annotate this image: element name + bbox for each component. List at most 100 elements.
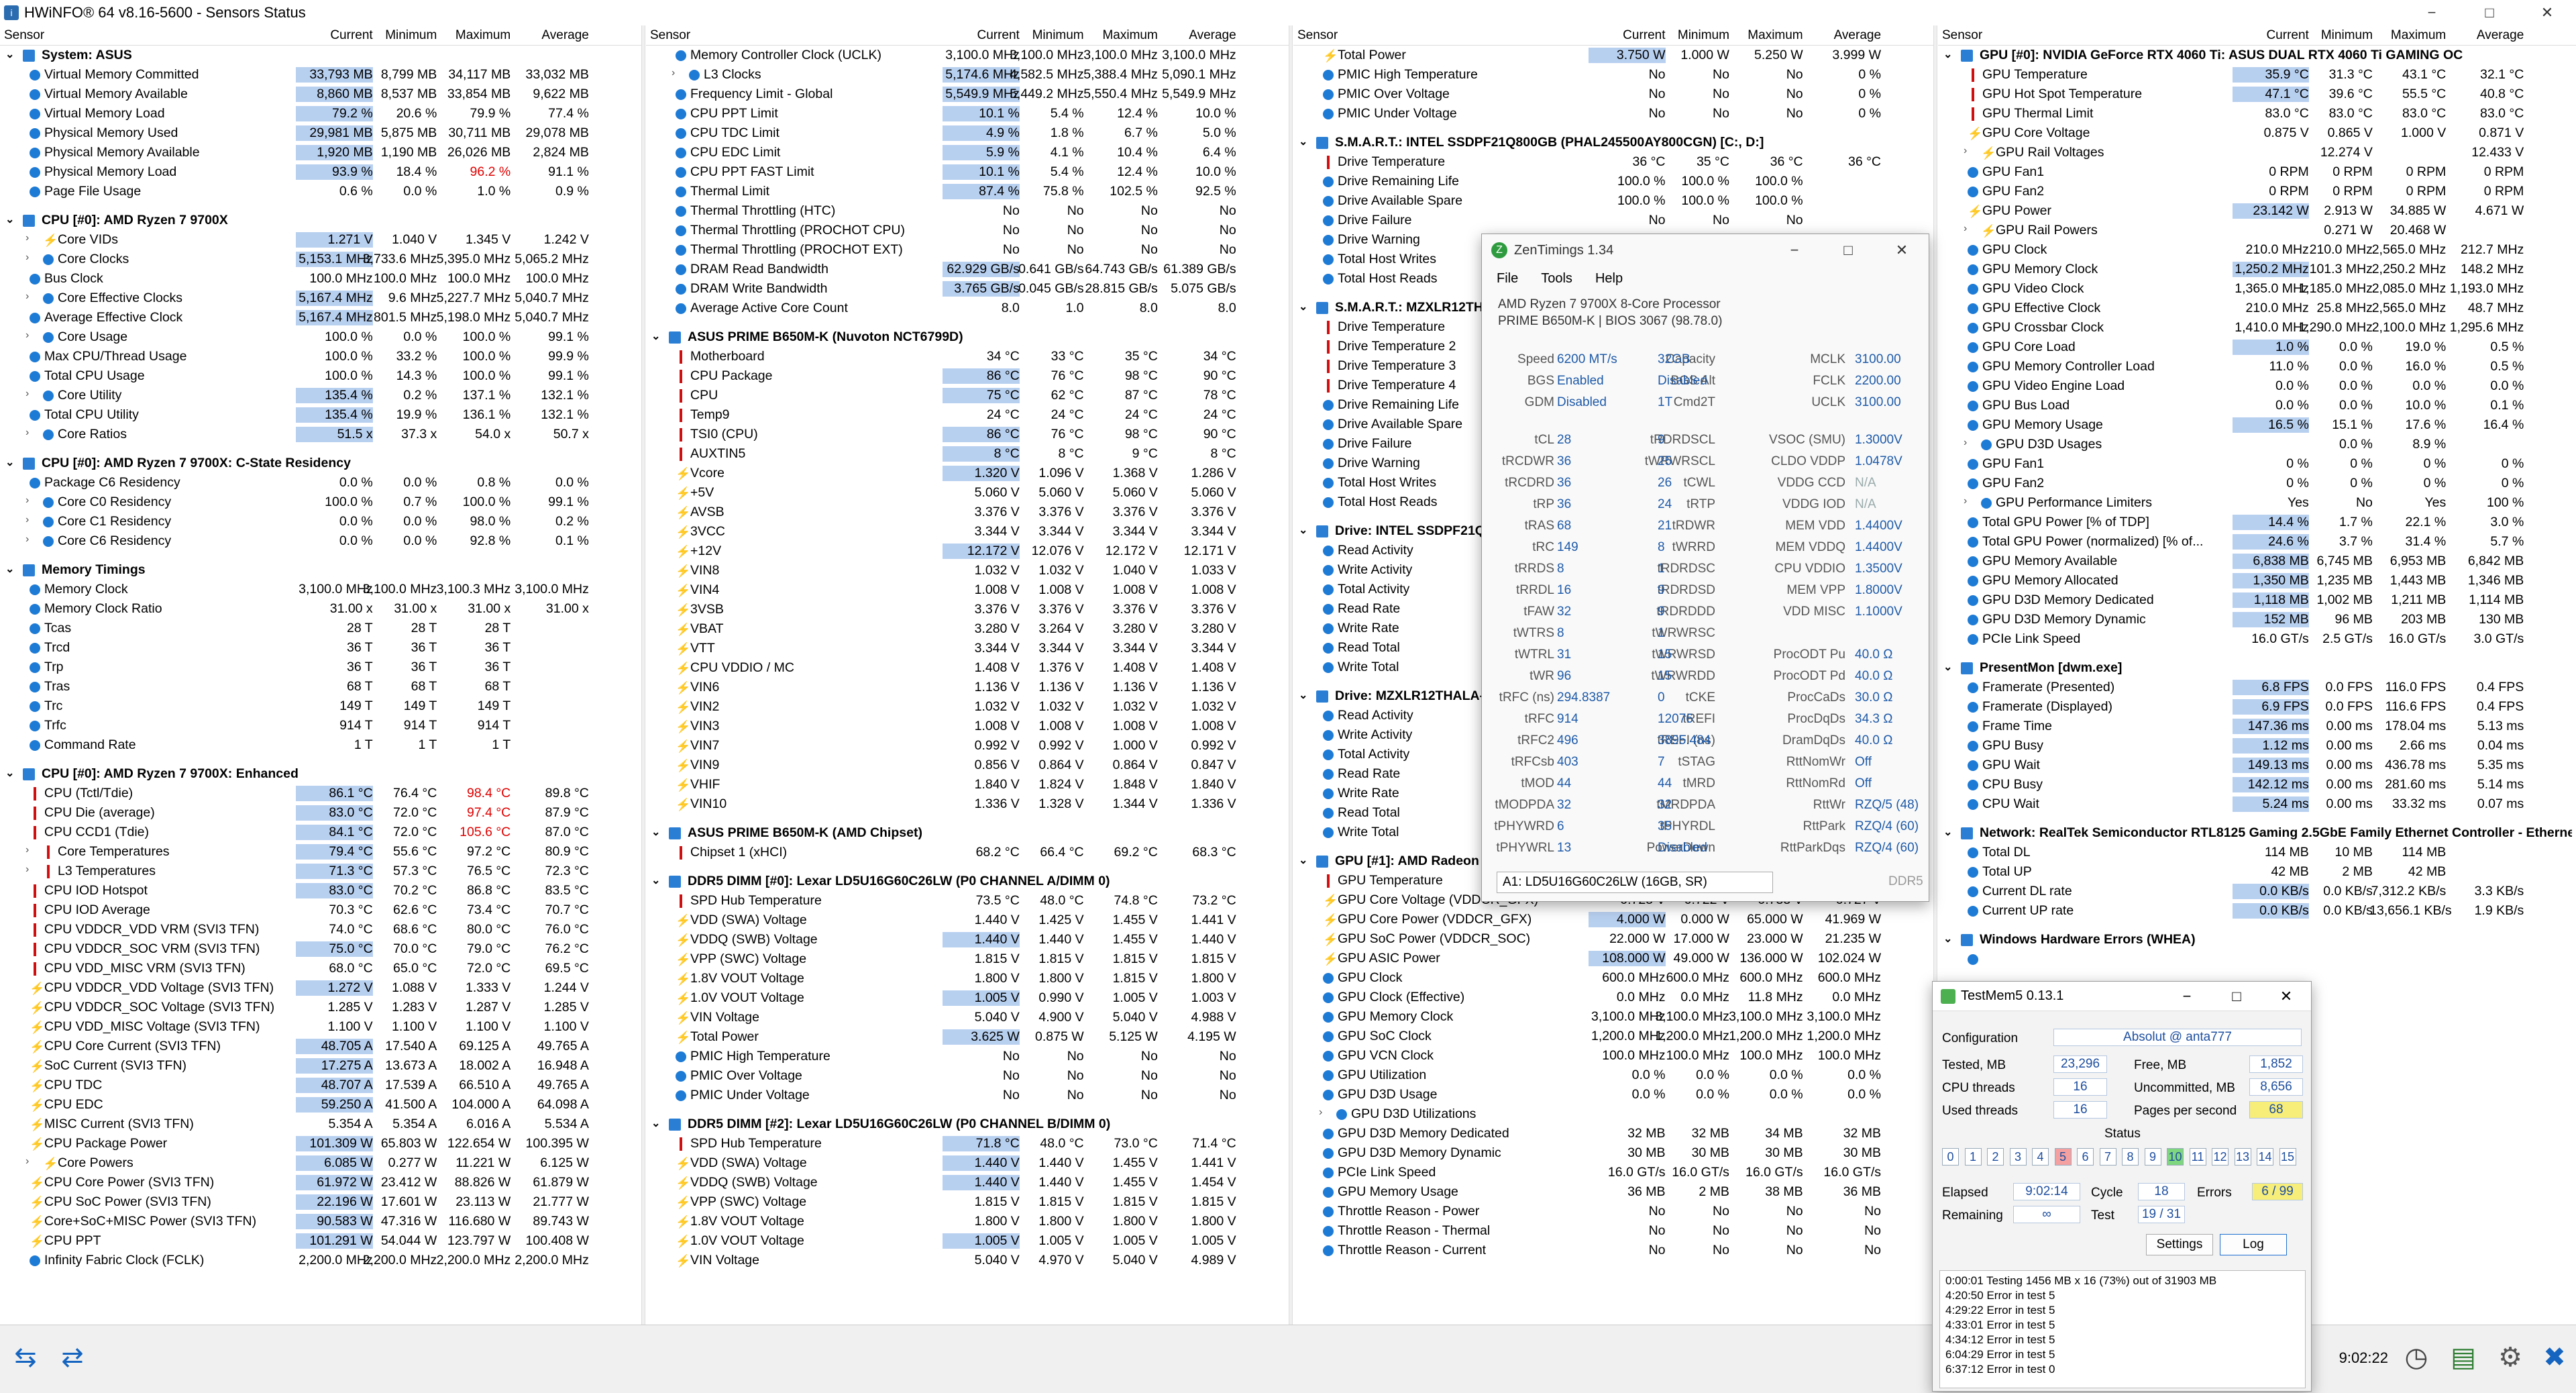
- sensor-row[interactable]: Total GPU Power [% of TDP] 14.4 % 1.7 % 22.…: [1938, 513, 2576, 532]
- sensor-row[interactable]: Virtual Memory Committed 33,793 MB 8,799 M…: [0, 65, 641, 85]
- sensor-row[interactable]: ⚡ VIN Voltage 5.040 V 4.970 V 5.040 V 4.989 V: [646, 1251, 1289, 1270]
- sensor-row[interactable]: Physical Memory Available 1,920 MB 1,190 M…: [0, 143, 641, 162]
- sensor-row[interactable]: Memory Controller Clock (UCLK) 3,100.0 MH…: [646, 46, 1289, 65]
- minimize-button[interactable]: −: [2403, 0, 2461, 25]
- sensor-row[interactable]: DRAM Write Bandwidth 3.765 GB/s 0.045 GB/s…: [646, 279, 1289, 299]
- sensor-row[interactable]: ⚡ VDD (SWA) Voltage 1.440 V 1.425 V 1.455 V1…: [646, 911, 1289, 930]
- sensor-group[interactable]: ⌄ DDR5 DIMM [#2]: Lexar LD5U16G60C26LW (P…: [646, 1115, 1289, 1134]
- sensor-row[interactable]: Motherboard 34 °C 33 °C 35 °C 34 °C: [646, 347, 1289, 366]
- sensor-row[interactable]: ⚡ 1.8V VOUT Voltage 1.800 V 1.800 V 1.800 V1…: [646, 1212, 1289, 1231]
- column-splitter[interactable]: [1289, 25, 1293, 1325]
- sensor-row[interactable]: Total CPU Utility 135.4 % 19.9 % 136.1 % 132…: [0, 405, 641, 425]
- sensor-row[interactable]: Page File Usage 0.6 % 0.0 % 1.0 % 0.9 %: [0, 182, 641, 201]
- sensor-row[interactable]: Framerate (Displayed) 6.9 FPS 0.0 FPS 116.6…: [1938, 697, 2576, 717]
- sensor-row[interactable]: CPU TDC Limit 4.9 % 1.8 % 6.7 % 5.0 %: [646, 123, 1289, 143]
- gear-icon[interactable]: ⚙: [2491, 1339, 2529, 1376]
- expand-arrow-icon[interactable]: ›: [25, 864, 29, 876]
- expand-arrow-icon[interactable]: ›: [25, 533, 29, 546]
- sensor-row[interactable]: GPU Crossbar Clock 1,410.0 MHz 1,290.0 MHz…: [1938, 318, 2576, 338]
- sensor-row[interactable]: › Core Utility 135.4 % 0.2 % 137.1 % 132.1 %: [0, 386, 641, 405]
- collapse-arrow-icon[interactable]: ⌄: [5, 48, 14, 61]
- sensor-row[interactable]: CPU Die (average) 83.0 °C 72.0 °C 97.4 °C 87…: [0, 803, 641, 823]
- sensor-row[interactable]: › ⚡ Core Powers 6.085 W 0.277 W 11.221 W 6.125…: [0, 1153, 641, 1173]
- sensor-row[interactable]: ⚡ VDDQ (SWB) Voltage 1.440 V 1.440 V 1.455 V…: [646, 930, 1289, 949]
- sensor-row[interactable]: ⚡ CPU VDD_MISC Voltage (SVI3 TFN) 1.100 V 1…: [0, 1017, 641, 1037]
- sensor-row[interactable]: GPU SoC Clock 1,200.0 MHz 1,200.0 MHz 1,200…: [1293, 1027, 1933, 1046]
- sensor-row[interactable]: › Core C6 Residency 0.0 % 0.0 % 92.8 % 0.1 %: [0, 531, 641, 551]
- sensor-row[interactable]: CPU Busy 142.12 ms 0.00 ms 281.60 ms 5.14 ms: [1938, 775, 2576, 794]
- sensor-row[interactable]: SPD Hub Temperature 73.5 °C 48.0 °C 74.8 °C…: [646, 891, 1289, 911]
- sensor-row[interactable]: ⚡ VIN8 1.032 V 1.032 V 1.040 V 1.033 V: [646, 561, 1289, 580]
- sensor-row[interactable]: Average Effective Clock 5,167.4 MHz 801.5 …: [0, 308, 641, 327]
- sensor-row[interactable]: › L3 Clocks 5,174.6 MHz 4,582.5 MHz 5,388.4 …: [646, 65, 1289, 85]
- sensor-row[interactable]: Physical Memory Used 29,981 MB 5,875 MB 30,…: [0, 123, 641, 143]
- sensor-row[interactable]: ⚡ VIN3 1.008 V 1.008 V 1.008 V 1.008 V: [646, 717, 1289, 736]
- sensor-row[interactable]: Infinity Fabric Clock (FCLK) 2,200.0 MHz 2…: [0, 1251, 641, 1270]
- sensor-row[interactable]: Thermal Throttling (PROCHOT CPU) No No No No: [646, 221, 1289, 240]
- sensor-row[interactable]: GPU Bus Load 0.0 % 0.0 % 10.0 % 0.1 %: [1938, 396, 2576, 415]
- sensor-row[interactable]: Drive Temperature 36 °C 35 °C 36 °C 36 °C: [1293, 152, 1933, 172]
- sensor-row[interactable]: › GPU D3D Utilizations: [1293, 1104, 1933, 1124]
- sensor-row[interactable]: CPU PPT Limit 10.1 % 5.4 % 12.4 % 10.0 %: [646, 104, 1289, 123]
- clock-icon[interactable]: ◷: [2398, 1339, 2435, 1376]
- sensor-row[interactable]: ⚡ GPU ASIC Power 108.000 W 49.000 W 136.000 …: [1293, 949, 1933, 968]
- sensor-row[interactable]: Throttle Reason - Thermal No No No No: [1293, 1221, 1933, 1241]
- sensor-row[interactable]: ⚡ CPU VDDCR_VDD Voltage (SVI3 TFN) 1.272 V…: [0, 978, 641, 998]
- sensor-row[interactable]: PMIC Over Voltage No No No 0 %: [1293, 85, 1933, 104]
- sensor-row[interactable]: GPU D3D Memory Dynamic 152 MB 96 MB 203 MB 1…: [1938, 610, 2576, 629]
- sensor-group[interactable]: ⌄ ASUS PRIME B650M-K (AMD Chipset): [646, 823, 1289, 843]
- sensor-row[interactable]: › ⚡ GPU Rail Powers 0.271 W 20.468 W: [1938, 221, 2576, 240]
- sensor-row[interactable]: GPU Memory Available 6,838 MB 6,745 MB 6,95…: [1938, 552, 2576, 571]
- sensor-row[interactable]: Physical Memory Load 93.9 % 18.4 % 96.2 % 91…: [0, 162, 641, 182]
- sensor-row[interactable]: TSI0 (CPU) 86 °C 76 °C 98 °C 90 °C: [646, 425, 1289, 444]
- sensor-row[interactable]: ⚡ VIN10 1.336 V 1.328 V 1.344 V 1.336 V: [646, 794, 1289, 814]
- sensor-row[interactable]: Frame Time 147.36 ms 0.00 ms 178.04 ms 5.13 …: [1938, 717, 2576, 736]
- sensor-row[interactable]: ⚡ +5V 5.060 V 5.060 V 5.060 V 5.060 V: [646, 483, 1289, 503]
- sensor-row[interactable]: › Core Effective Clocks 5,167.4 MHz 9.6 MHz…: [0, 289, 641, 308]
- sensor-row[interactable]: › Core Clocks 5,153.1 MHz 3,733.6 MHz 5,395.…: [0, 250, 641, 269]
- sensor-row[interactable]: › GPU Performance Limiters Yes No Yes 100 %: [1938, 493, 2576, 513]
- sensor-row[interactable]: GPU Utilization 0.0 % 0.0 % 0.0 % 0.0 %: [1293, 1066, 1933, 1085]
- expand-arrow-icon[interactable]: ›: [25, 514, 29, 526]
- sensor-row[interactable]: ⚡ 1.0V VOUT Voltage 1.005 V 1.005 V 1.005 V1…: [646, 1231, 1289, 1251]
- sensor-row[interactable]: AUXTIN5 8 °C 8 °C 9 °C 8 °C: [646, 444, 1289, 464]
- sensor-row[interactable]: ⚡ CPU VDDIO / MC 1.408 V 1.376 V 1.408 V 1.40…: [646, 658, 1289, 678]
- zen-maximize-button[interactable]: □: [1821, 234, 1875, 266]
- arrows-expand-icon[interactable]: ⇄: [54, 1339, 91, 1376]
- close-icon[interactable]: ✖: [2536, 1339, 2573, 1376]
- sensor-row[interactable]: Drive Failure No No No: [1293, 211, 1933, 230]
- sensor-row[interactable]: ⚡ VPP (SWC) Voltage 1.815 V 1.815 V 1.815 V1…: [646, 1192, 1289, 1212]
- sensor-row[interactable]: ⚡ MISC Current (SVI3 TFN) 5.354 A 5.354 A 6.…: [0, 1115, 641, 1134]
- sensor-row[interactable]: ⚡ VIN2 1.032 V 1.032 V 1.032 V 1.032 V: [646, 697, 1289, 717]
- sensor-row[interactable]: ⚡ GPU Core Voltage 0.875 V 0.865 V 1.000 V 0.…: [1938, 123, 2576, 143]
- sensor-row[interactable]: ⚡ 3VSB 3.376 V 3.376 V 3.376 V 3.376 V: [646, 600, 1289, 619]
- sensor-row[interactable]: CPU CCD1 (Tdie) 84.1 °C 72.0 °C 105.6 °C 87.…: [0, 823, 641, 842]
- zen-close-button[interactable]: ✕: [1875, 234, 1929, 266]
- collapse-arrow-icon[interactable]: ⌄: [1299, 688, 1307, 702]
- sensor-row[interactable]: Total UP 42 MB 2 MB 42 MB: [1938, 862, 2576, 882]
- sensor-row[interactable]: PMIC High Temperature No No No 0 %: [1293, 65, 1933, 85]
- sensor-row[interactable]: GPU D3D Memory Dedicated 1,118 MB 1,002 MB…: [1938, 590, 2576, 610]
- collapse-arrow-icon[interactable]: ⌄: [1299, 523, 1307, 537]
- sensor-row[interactable]: Memory Clock Ratio 31.00 x 31.00 x 31.00 x3…: [0, 599, 641, 619]
- sensor-row[interactable]: ⚡ 3VCC 3.344 V 3.344 V 3.344 V 3.344 V: [646, 522, 1289, 541]
- sensor-row[interactable]: CPU VDD_MISC VRM (SVI3 TFN) 68.0 °C 65.0 °…: [0, 959, 641, 978]
- sensor-row[interactable]: GPU Memory Controller Load 11.0 % 0.0 % 16.…: [1938, 357, 2576, 376]
- sensor-group[interactable]: ⌄ Network: RealTek Semiconductor RTL8125 …: [1938, 823, 2576, 843]
- sensor-row[interactable]: › Core Ratios 51.5 x 37.3 x 54.0 x 50.7 x: [0, 425, 641, 444]
- column-splitter[interactable]: [641, 25, 645, 1325]
- collapse-arrow-icon[interactable]: ⌄: [651, 874, 660, 887]
- sensor-row[interactable]: Current UP rate 0.0 KB/s 0.0 KB/s 13,656.1 …: [1938, 901, 2576, 921]
- sensor-row[interactable]: GPU Memory Clock 3,100.0 MHz 3,100.0 MHz 3,…: [1293, 1007, 1933, 1027]
- sensor-row[interactable]: PCIe Link Speed 16.0 GT/s 16.0 GT/s 16.0 GT…: [1293, 1163, 1933, 1182]
- sensor-row[interactable]: ⚡ VTT 3.344 V 3.344 V 3.344 V 3.344 V: [646, 639, 1289, 658]
- sensor-row[interactable]: Throttle Reason - Current No No No No: [1293, 1241, 1933, 1260]
- sensor-row[interactable]: Memory Clock 3,100.0 MHz 3,100.0 MHz 3,100.…: [0, 580, 641, 599]
- close-button[interactable]: ✕: [2518, 0, 2576, 25]
- sensor-row[interactable]: DRAM Read Bandwidth 62.929 GB/s 0.641 GB/s…: [646, 260, 1289, 279]
- sensor-row[interactable]: SPD Hub Temperature 71.8 °C 48.0 °C 73.0 °C…: [646, 1134, 1289, 1153]
- collapse-arrow-icon[interactable]: ⌄: [5, 562, 14, 576]
- tm-minimize-button[interactable]: −: [2162, 982, 2212, 1011]
- sensor-row[interactable]: GPU Memory Usage 16.5 % 15.1 % 17.6 % 16.4 %: [1938, 415, 2576, 435]
- maximize-button[interactable]: □: [2461, 0, 2518, 25]
